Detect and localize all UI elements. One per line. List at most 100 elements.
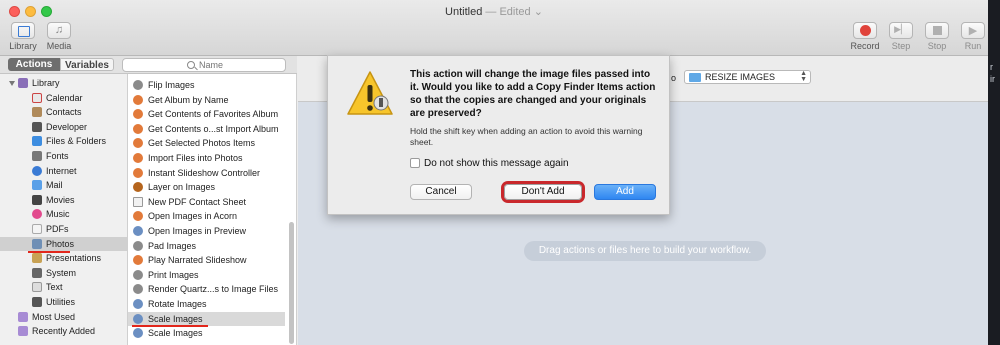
music-icon [32,209,42,220]
list-item-label: Open Images in Preview [148,226,247,236]
sidebar-item-presentations[interactable]: Presentations [0,251,127,266]
folder-label: o [671,73,677,83]
list-item[interactable]: Import Files into Photos [128,151,285,166]
media-icon [47,22,71,39]
list-item-label: Import Files into Photos [148,153,243,163]
sidebar-item-utilities[interactable]: Utilities [0,295,127,310]
sidebar-item-system[interactable]: System [0,266,127,281]
list-item-label: Print Images [148,269,199,280]
action-icon [133,284,143,295]
list-item[interactable]: New PDF Contact Sheet [128,195,285,210]
suppress-checkbox-label: Do not show this message again [424,158,569,169]
sidebar-item-label: System [46,267,77,278]
record-icon [853,22,877,39]
sidebar-item-fonts[interactable]: Fonts [0,149,127,164]
folder-popup[interactable]: RESIZE IMAGES ▲ ▼ [684,70,811,84]
photos-icon [32,238,42,249]
library-sidebar: Library Calendar Contacts Developer File… [0,74,128,345]
warning-sheet: This action will change the image files … [327,55,670,215]
sidebar-item-mail[interactable]: Mail [0,178,127,193]
list-item[interactable]: Layer on Images [128,180,285,195]
list-item[interactable]: Instant Slideshow Controller [128,166,285,181]
list-item-label: New PDF Contact Sheet [148,196,247,207]
sidebar-item-movies[interactable]: Movies [0,193,127,208]
search-input[interactable] [199,59,279,71]
suppress-checkbox-row[interactable]: Do not show this message again [410,158,569,169]
workflow-hint: Drag actions or files here to build your… [524,241,766,261]
sidebar-item-label: Most Used [32,311,76,322]
list-item-label: Layer on Images [148,182,216,193]
media-button[interactable]: Media [43,22,75,51]
edited-indicator[interactable]: — Edited ⌄ [485,6,543,18]
sidebar-item-contacts[interactable]: Contacts [0,105,127,120]
disclosure-triangle-icon[interactable] [9,81,15,86]
sidebar-item-calendar[interactable]: Calendar [0,91,127,106]
sidebar-item-developer[interactable]: Developer [0,120,127,135]
sidebar-item-label: Files & Folders [46,136,107,147]
actions-scrollbar[interactable] [289,222,294,344]
list-item-selected[interactable]: Scale Images [128,311,285,327]
list-item[interactable]: Render Quartz...s to Image Files [128,282,285,297]
list-item[interactable]: Print Images [128,268,285,283]
list-item[interactable]: Get Album by Name [128,93,285,108]
smart-folder-icon [18,311,28,322]
stop-icon [925,22,949,39]
list-item[interactable]: Open Images in Preview [128,224,285,239]
list-item-label: Play Narrated Slideshow [148,255,247,266]
list-item[interactable]: Flip Images [128,78,285,93]
list-item-label: Pad Images [148,240,197,251]
list-item[interactable]: Scale Images [128,326,285,341]
window-title: Untitled — Edited ⌄ [0,5,988,18]
record-button[interactable]: Record [849,22,881,51]
step-button[interactable]: Step [885,22,917,51]
suppress-checkbox[interactable] [410,158,420,168]
presentations-icon [32,253,42,264]
sidebar-item-library[interactable]: Library [0,76,127,91]
sidebar-item-pdfs[interactable]: PDFs [0,222,127,237]
run-icon [961,22,985,39]
list-item-label: Instant Slideshow Controller [148,167,261,178]
list-item[interactable]: Get Contents o...st Import Album [128,122,285,137]
list-item[interactable]: Open Images in Acorn [128,209,285,224]
sidebar-item-label: Developer [46,121,88,132]
action-icon [133,313,143,324]
list-item[interactable]: Get Contents of Favorites Album [128,107,285,122]
annotation-underline [132,325,208,327]
sidebar-item-internet[interactable]: Internet [0,164,127,179]
sidebar-item-label: PDFs [46,224,69,234]
tab-variables[interactable]: Variables [60,58,114,71]
folder-popup-value: RESIZE IMAGES [705,72,776,82]
action-icon [133,328,143,339]
search-field[interactable] [122,58,286,72]
sidebar-item-text[interactable]: Text [0,280,127,295]
action-icon [133,240,143,251]
sidebar-item-label: Mail [46,180,63,191]
list-item-label: Render Quartz...s to Image Files [148,284,279,295]
list-item[interactable]: Get Selected Photos Items [128,136,285,151]
tab-actions[interactable]: Actions [8,58,60,71]
sidebar-item-files-folders[interactable]: Files & Folders [0,134,127,149]
sidebar-item-photos[interactable]: Photos [0,236,127,252]
sidebar-item-label: Calendar [46,92,83,103]
system-icon [32,267,42,278]
list-item[interactable]: Play Narrated Slideshow [128,253,285,268]
list-item-label: Get Contents of Favorites Album [148,109,279,120]
stop-button[interactable]: Stop [921,22,953,51]
list-item[interactable]: Rotate Images [128,297,285,312]
step-icon [889,22,913,39]
add-button[interactable]: Add [594,184,656,200]
calendar-icon [32,92,42,103]
sidebar-item-music[interactable]: Music [0,207,127,222]
sidebar-item-recently-added[interactable]: Recently Added [0,324,127,339]
developer-icon [32,121,42,132]
cancel-button[interactable]: Cancel [410,184,472,200]
sidebar-item-most-used[interactable]: Most Used [0,310,127,325]
sidebar-item-label: Presentations [46,253,102,264]
actions-list: Flip Images Get Album by Name Get Conten… [128,74,297,345]
sidebar-item-label: Music [46,209,70,220]
list-item[interactable]: Pad Images [128,239,285,254]
library-button[interactable]: Library [7,22,39,51]
run-button[interactable]: Run [957,22,989,51]
photos-app-icon [133,255,143,266]
dont-add-button[interactable]: Don't Add [504,184,582,200]
